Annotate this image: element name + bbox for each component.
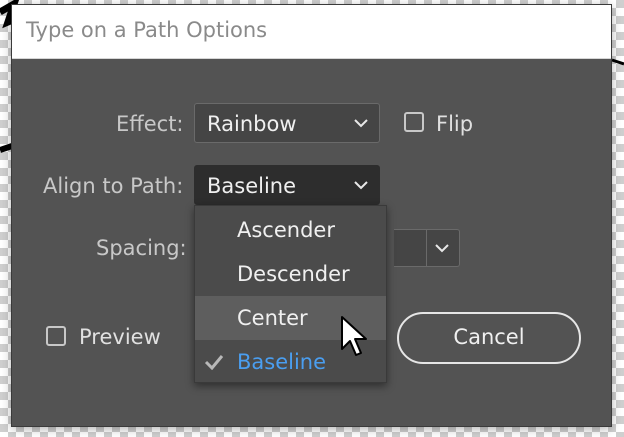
menu-item-center[interactable]: Center [195,296,386,340]
menu-item-label: Descender [237,262,350,286]
align-to-path-label: Align to Path: [43,174,184,198]
spacing-select[interactable] [394,229,460,267]
align-to-path-select[interactable]: Baseline [194,165,380,205]
preview-checkbox[interactable] [46,326,66,346]
menu-item-ascender[interactable]: Ascender [195,208,386,252]
menu-item-baseline[interactable]: Baseline [195,340,386,384]
chevron-down-icon [435,244,449,253]
spacing-label: Spacing: [96,236,187,260]
menu-item-label: Baseline [237,350,327,374]
flip-label: Flip [436,112,474,136]
menu-item-label: Center [237,306,308,330]
align-to-path-dropdown-menu: Ascender Descender Center Baseline [194,205,387,383]
effect-value: Rainbow [207,112,297,136]
effect-label: Effect: [116,112,184,136]
preview-label: Preview [79,325,161,349]
cancel-button[interactable]: Cancel [397,312,581,364]
type-on-path-options-dialog: Type on a Path Options Effect: Rainbow F… [12,5,611,426]
menu-item-descender[interactable]: Descender [195,252,386,296]
effect-select[interactable]: Rainbow [194,103,380,143]
dialog-title-bar[interactable]: Type on a Path Options [12,5,611,59]
flip-checkbox[interactable] [404,112,424,132]
chevron-down-icon [354,119,368,128]
chevron-down-icon [354,181,368,190]
checkmark-icon [204,355,224,370]
dialog-title: Type on a Path Options [26,18,268,42]
align-to-path-value: Baseline [207,174,297,198]
menu-item-label: Ascender [237,218,335,242]
spacing-divider [426,230,427,266]
